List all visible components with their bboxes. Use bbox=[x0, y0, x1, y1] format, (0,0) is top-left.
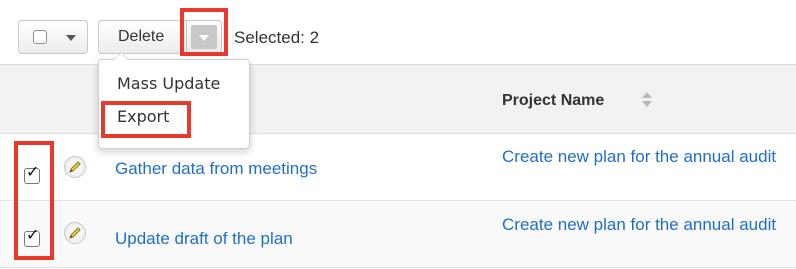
delete-button[interactable]: Delete bbox=[98, 20, 186, 54]
subject-link[interactable]: Update draft of the plan bbox=[115, 229, 293, 249]
highlight-export bbox=[101, 101, 191, 138]
highlight-row-checkboxes bbox=[14, 141, 54, 260]
highlight-dropdown-toggle bbox=[180, 8, 228, 56]
select-all-checkbox[interactable] bbox=[33, 30, 47, 44]
sort-icon[interactable] bbox=[641, 91, 653, 109]
table-row: ✓ Update draft of the plan Create new pl… bbox=[0, 202, 796, 268]
pencil-icon[interactable] bbox=[64, 156, 86, 178]
selected-count: Selected: 2 bbox=[234, 28, 320, 47]
subject-link[interactable]: Gather data from meetings bbox=[115, 159, 317, 179]
pencil-icon[interactable] bbox=[64, 222, 86, 244]
project-link[interactable]: Create new plan for the annual audit bbox=[502, 215, 792, 234]
menu-item-mass-update[interactable]: Mass Update bbox=[117, 74, 220, 93]
column-header-project-name[interactable]: Project Name bbox=[502, 92, 604, 110]
project-link[interactable]: Create new plan for the annual audit bbox=[502, 147, 792, 166]
chevron-down-icon bbox=[66, 35, 76, 41]
select-all-dropdown[interactable] bbox=[18, 20, 88, 54]
menu-arrow-inner bbox=[114, 53, 128, 60]
